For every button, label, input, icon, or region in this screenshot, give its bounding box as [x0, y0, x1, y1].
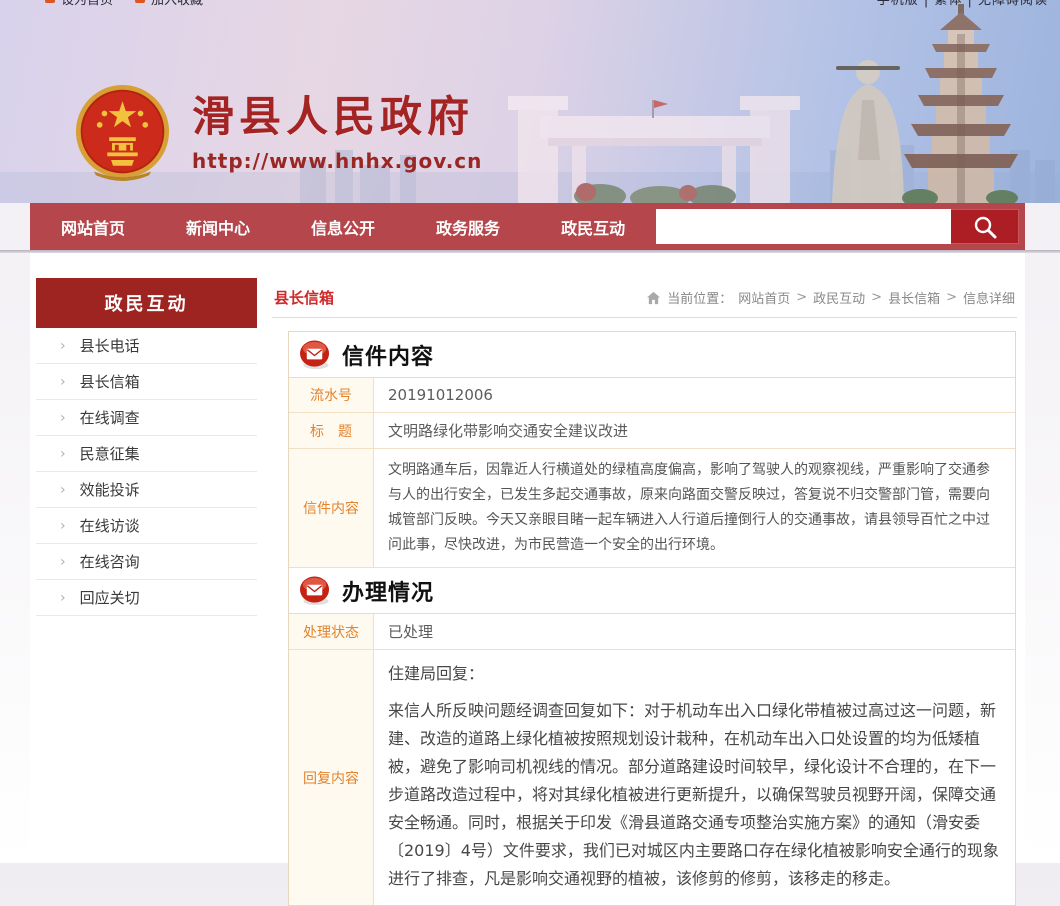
search-input[interactable] [656, 209, 951, 244]
reply-label: 回复内容 [289, 650, 374, 905]
handling-section-header: 办理情况 [289, 568, 1015, 614]
handling-section-title: 办理情况 [342, 575, 434, 607]
sidebar-item-label: 民意征集 [80, 443, 140, 464]
table-row-status: 处理状态 已处理 [289, 614, 1015, 650]
letter-section-header: 信件内容 [289, 332, 1015, 378]
site-brand: 滑县人民政府 http://www.hnhx.gov.cn [75, 84, 482, 181]
breadcrumb-link-mailbox[interactable]: 县长信箱 [888, 288, 940, 307]
breadcrumb-location-label: 当前位置： [667, 288, 732, 307]
sidebar-item-label: 回应关切 [80, 587, 140, 608]
breadcrumb-link-home[interactable]: 网站首页 [738, 288, 790, 307]
breadcrumb-bar: 县长信箱 当前位置： 网站首页 > 政民互动 > 县长信箱 > 信息详细 [272, 278, 1017, 318]
sidebar-item-label: 在线咨询 [80, 551, 140, 572]
nav-divider [0, 250, 1060, 253]
chevron-right-icon: › [60, 518, 66, 534]
chevron-right-icon: › [60, 410, 66, 426]
sidebar-item-county-mailbox[interactable]: › 县长信箱 [36, 364, 257, 400]
reply-content: 住建局回复： 来信人所反映问题经调查回复如下：对于机动车出入口绿化带植被过高过这… [374, 650, 1015, 905]
sidebar-item-online-interview[interactable]: › 在线访谈 [36, 508, 257, 544]
chevron-right-icon: › [60, 554, 66, 570]
topbar-right-links[interactable]: 手机版 | 繁体 | 无障碍阅读 [877, 0, 1060, 8]
sidebar-item-label: 县长电话 [80, 335, 140, 356]
breadcrumb-separator: > [946, 290, 957, 305]
serial-value: 20191012006 [374, 378, 1015, 412]
national-emblem-icon [75, 84, 170, 181]
breadcrumb-separator: > [871, 290, 882, 305]
header-banner: 设为首页 加入收藏 手机版 | 繁体 | 无障碍阅读 [0, 0, 1060, 203]
table-row-letter-content: 信件内容 文明路通车后，因靠近人行横道处的绿植高度偏高，影响了驾驶人的观察视线，… [289, 449, 1015, 568]
breadcrumb-link-interaction[interactable]: 政民互动 [813, 288, 865, 307]
bookmark-icon [135, 0, 145, 3]
table-row-reply: 回复内容 住建局回复： 来信人所反映问题经调查回复如下：对于机动车出入口绿化带植… [289, 650, 1015, 905]
sidebar-item-response-concerns[interactable]: › 回应关切 [36, 580, 257, 616]
envelope-icon [299, 340, 332, 370]
topbar-link-home[interactable]: 设为首页 [45, 0, 113, 8]
main-navigation: 网站首页 新闻中心 信息公开 政务服务 政民互动 招商引资 [30, 203, 1025, 250]
main-content: 县长信箱 当前位置： 网站首页 > 政民互动 > 县长信箱 > 信息详细 [272, 278, 1017, 906]
subject-value: 文明路绿化带影响交通安全建议改进 [374, 413, 1015, 448]
breadcrumb: 当前位置： 网站首页 > 政民互动 > 县长信箱 > 信息详细 [646, 288, 1015, 307]
reply-paragraph: 住建局回复： [388, 660, 1001, 688]
chevron-right-icon: › [60, 338, 66, 354]
letter-content-label: 信件内容 [289, 449, 374, 567]
sidebar-item-online-consultation[interactable]: › 在线咨询 [36, 544, 257, 580]
breadcrumb-current: 信息详细 [963, 288, 1015, 307]
letter-detail-table: 信件内容 流水号 20191012006 标 题 文明路绿化带影响交通安全建议改… [288, 331, 1016, 906]
site-url[interactable]: http://www.hnhx.gov.cn [192, 149, 482, 173]
sidebar-item-online-survey[interactable]: › 在线调查 [36, 400, 257, 436]
chevron-right-icon: › [60, 374, 66, 390]
reply-paragraph: 来信人所反映问题经调查回复如下：对于机动车出入口绿化带植被过高过这一问题，新建、… [388, 697, 1001, 893]
topbar-link-label: 加入收藏 [151, 0, 203, 8]
sidebar-item-label: 在线访谈 [80, 515, 140, 536]
status-badge: 已处理 [374, 614, 1015, 649]
letter-section-title: 信件内容 [342, 339, 434, 371]
home-icon [646, 291, 661, 305]
sidebar-item-label: 效能投诉 [80, 479, 140, 500]
nav-item-news[interactable]: 新闻中心 [171, 215, 265, 239]
bookmark-icon [45, 0, 55, 3]
site-title: 滑县人民政府 [192, 94, 482, 140]
sidebar-item-opinion-collection[interactable]: › 民意征集 [36, 436, 257, 472]
chevron-right-icon: › [60, 590, 66, 606]
sidebar: 政民互动 › 县长电话 › 县长信箱 › 在线调查 › 民意征集 › 效能投诉 … [36, 278, 257, 616]
nav-item-info[interactable]: 信息公开 [296, 215, 390, 239]
letter-content-value: 文明路通车后，因靠近人行横道处的绿植高度偏高，影响了驾驶人的观察视线，严重影响了… [374, 449, 1015, 567]
chevron-right-icon: › [60, 446, 66, 462]
envelope-icon [299, 576, 332, 606]
breadcrumb-separator: > [796, 290, 807, 305]
nav-item-interaction[interactable]: 政民互动 [546, 215, 640, 239]
table-row-serial: 流水号 20191012006 [289, 378, 1015, 413]
sidebar-item-label: 县长信箱 [80, 371, 140, 392]
status-label: 处理状态 [289, 614, 374, 649]
page-title: 县长信箱 [274, 287, 334, 308]
serial-label: 流水号 [289, 378, 374, 412]
sidebar-item-efficiency-complaint[interactable]: › 效能投诉 [36, 472, 257, 508]
chevron-right-icon: › [60, 482, 66, 498]
search-button[interactable] [951, 209, 1019, 244]
subject-label: 标 题 [289, 413, 374, 448]
topbar-link-label: 设为首页 [61, 0, 113, 8]
nav-item-home[interactable]: 网站首页 [46, 215, 140, 239]
search-icon [972, 214, 998, 240]
table-row-subject: 标 题 文明路绿化带影响交通安全建议改进 [289, 413, 1015, 449]
sidebar-item-label: 在线调查 [80, 407, 140, 428]
top-utility-bar: 设为首页 加入收藏 手机版 | 繁体 | 无障碍阅读 [0, 0, 1060, 9]
nav-item-services[interactable]: 政务服务 [421, 215, 515, 239]
sidebar-title: 政民互动 [36, 278, 257, 328]
sidebar-item-county-phone[interactable]: › 县长电话 [36, 328, 257, 364]
topbar-link-favorite[interactable]: 加入收藏 [135, 0, 203, 8]
